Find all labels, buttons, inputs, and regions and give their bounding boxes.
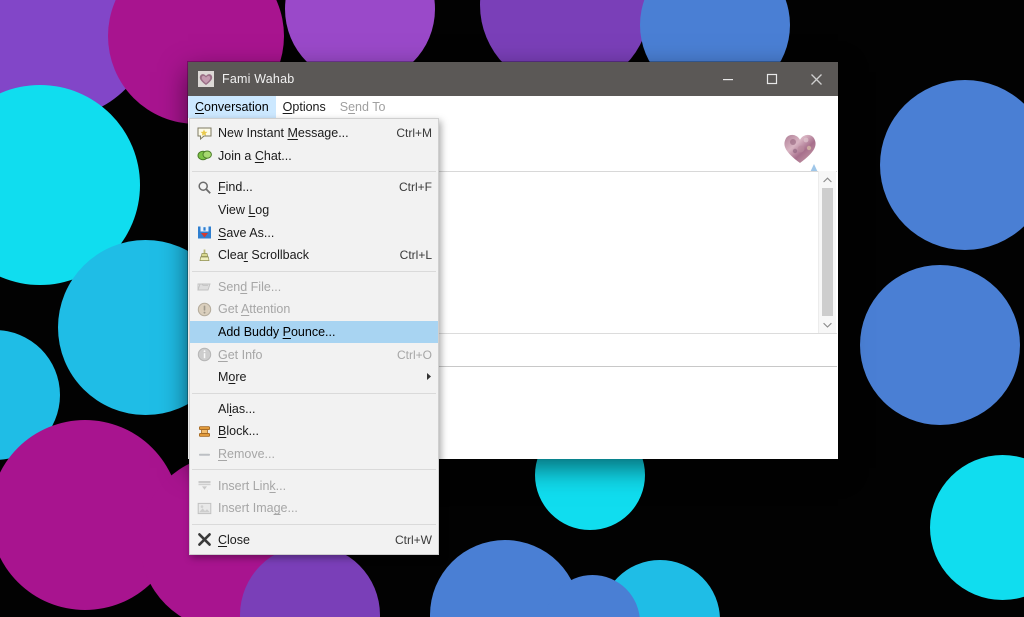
menu-separator bbox=[192, 171, 436, 173]
menu-item-label: View Log bbox=[218, 203, 270, 218]
menu-item-label: Block... bbox=[218, 424, 259, 439]
wallpaper-bubble bbox=[880, 80, 1024, 250]
menu-item-label: Save As... bbox=[218, 225, 275, 240]
menu-item-get-info: Get Info Ctrl+O bbox=[190, 343, 438, 366]
no-icon bbox=[190, 323, 218, 341]
menu-item-send-file: Send File... bbox=[190, 276, 438, 299]
menu-item-close[interactable]: Close Ctrl+W bbox=[190, 529, 438, 552]
remove-icon bbox=[190, 445, 218, 463]
menu-item-label: Close bbox=[218, 532, 250, 547]
menu-item-save-as[interactable]: Save As... bbox=[190, 221, 438, 244]
info-icon bbox=[190, 346, 218, 364]
menu-item-clear-scrollback[interactable]: Clear Scrollback Ctrl+L bbox=[190, 244, 438, 267]
menu-item-insert-link: Insert Link... bbox=[190, 474, 438, 497]
menu-item-label: Get Info bbox=[218, 347, 263, 362]
chevron-up-icon[interactable] bbox=[819, 171, 836, 188]
menu-item-new-instant-message[interactable]: New Instant Message... Ctrl+M bbox=[190, 122, 438, 145]
close-icon[interactable] bbox=[794, 62, 838, 96]
new-message-icon bbox=[190, 124, 218, 142]
menu-item-insert-image: Insert Image... bbox=[190, 497, 438, 520]
menu-separator bbox=[192, 270, 436, 272]
no-icon bbox=[190, 201, 218, 219]
menu-item-label: Alias... bbox=[218, 401, 256, 416]
menu-item-accelerator: Ctrl+O bbox=[396, 347, 432, 362]
submenu-arrow-icon bbox=[416, 372, 432, 383]
heart-avatar-icon bbox=[198, 71, 214, 87]
send-file-icon bbox=[190, 278, 218, 296]
menu-item-join-a-chat[interactable]: Join a Chat... bbox=[190, 145, 438, 168]
history-scrollbar[interactable] bbox=[818, 171, 836, 333]
avatar bbox=[781, 130, 821, 172]
menu-item-block[interactable]: Block... bbox=[190, 420, 438, 443]
link-icon bbox=[190, 477, 218, 495]
menu-separator bbox=[192, 392, 436, 394]
menu-item-alias[interactable]: Alias... bbox=[190, 398, 438, 421]
maximize-icon[interactable] bbox=[750, 62, 794, 96]
conversation-dropdown-menu: New Instant Message... Ctrl+M Join a Chat.… bbox=[189, 118, 439, 556]
menu-item-label: Join a Chat... bbox=[218, 148, 292, 163]
menubar-item-options[interactable]: Options bbox=[276, 96, 333, 118]
menu-item-remove: Remove... bbox=[190, 443, 438, 466]
menu-separator bbox=[192, 523, 436, 525]
menu-item-label: Clear Scrollback bbox=[218, 248, 310, 263]
menu-item-label: New Instant Message... bbox=[218, 126, 349, 141]
join-chat-icon bbox=[190, 147, 218, 165]
menu-item-add-buddy-pounce[interactable]: Add Buddy Pounce... bbox=[190, 320, 438, 344]
menubar: Conversation Options Se nd To bbox=[188, 96, 838, 119]
menubar-item-conversation[interactable]: Conversation bbox=[188, 96, 276, 118]
broom-icon bbox=[190, 246, 218, 264]
wallpaper-bubble bbox=[860, 265, 1020, 425]
menu-item-label: Insert Image... bbox=[218, 501, 298, 516]
menu-item-accelerator: Ctrl+L bbox=[399, 248, 432, 263]
menu-item-accelerator: Ctrl+F bbox=[399, 180, 432, 195]
attention-icon bbox=[190, 300, 218, 318]
buddy-status-icon bbox=[809, 160, 819, 172]
window-controls bbox=[706, 62, 838, 96]
menu-item-label: More bbox=[218, 370, 247, 385]
menubar-label-options: ptions bbox=[292, 100, 326, 114]
no-icon bbox=[190, 368, 218, 386]
menu-item-accelerator: Ctrl+W bbox=[395, 532, 432, 547]
scrollbar-thumb[interactable] bbox=[822, 188, 833, 316]
wallpaper-bubble bbox=[930, 455, 1024, 600]
menu-item-get-attention: Get Attention bbox=[190, 298, 438, 321]
heart-photo-avatar bbox=[781, 130, 819, 164]
menu-item-accelerator: Ctrl+M bbox=[396, 126, 432, 141]
menu-item-more[interactable]: More bbox=[190, 366, 438, 389]
menu-item-label: Insert Link... bbox=[218, 478, 287, 493]
menu-item-label: Add Buddy Pounce... bbox=[218, 325, 336, 340]
search-icon bbox=[190, 178, 218, 196]
block-icon bbox=[190, 422, 218, 440]
menu-item-view-log[interactable]: View Log bbox=[190, 199, 438, 222]
image-icon bbox=[190, 499, 218, 517]
close-x-icon bbox=[190, 531, 218, 549]
menu-item-label: Send File... bbox=[218, 279, 282, 294]
save-icon bbox=[190, 224, 218, 242]
menu-item-label: Remove... bbox=[218, 447, 275, 462]
window-titlebar[interactable]: Fami Wahab bbox=[188, 62, 838, 96]
menubar-item-send-to: Se nd To bbox=[339, 100, 386, 114]
no-icon bbox=[190, 400, 218, 418]
menu-item-label: Find... bbox=[218, 180, 253, 195]
minimize-icon[interactable] bbox=[706, 62, 750, 96]
window-title: Fami Wahab bbox=[222, 72, 295, 86]
menu-item-find[interactable]: Find... Ctrl+F bbox=[190, 176, 438, 199]
menubar-label-conversation: onversation bbox=[204, 100, 269, 114]
menu-item-label: Get Attention bbox=[218, 302, 291, 317]
chevron-down-icon[interactable] bbox=[819, 316, 836, 333]
menu-separator bbox=[192, 469, 436, 471]
